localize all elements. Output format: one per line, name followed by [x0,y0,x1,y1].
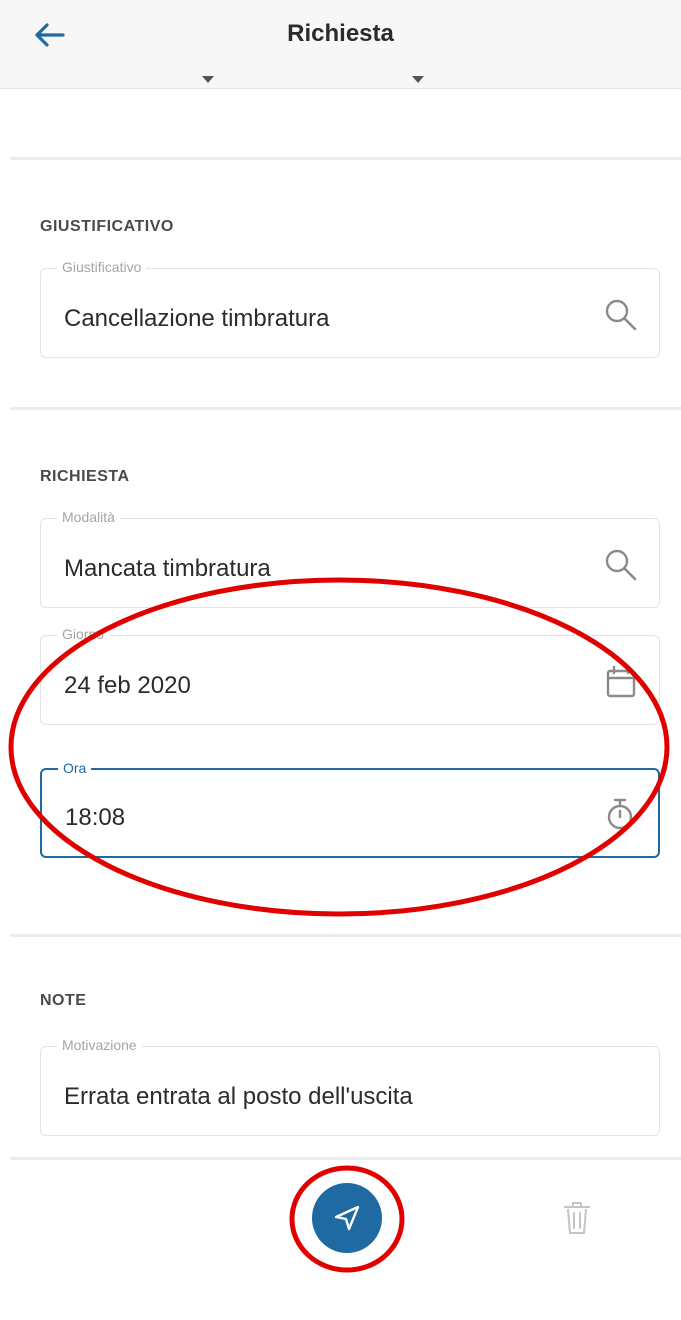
giorno-field[interactable]: Giorno 24 feb 2020 [40,626,660,725]
calendar-icon[interactable] [603,664,639,700]
app-header: Richiesta [0,0,681,89]
section-heading-giustificativo: GIUSTIFICATIVO [40,218,174,235]
field-label: Motivazione [57,1037,142,1053]
chevron-down-icon [412,76,424,83]
field-value: Errata entrata al posto dell'uscita [64,1083,413,1110]
stopwatch-icon[interactable] [602,796,638,832]
field-label: Giorno [57,626,110,642]
section-heading-note: NOTE [40,992,87,1009]
search-icon[interactable] [603,297,639,333]
ora-field[interactable]: Ora 18:08 [40,760,660,858]
chevron-down-icon [202,76,214,83]
field-value: Mancata timbratura [64,555,271,582]
field-value: Cancellazione timbratura [64,305,330,332]
divider [10,407,681,410]
section-heading-richiesta: RICHIESTA [40,468,130,485]
delete-button[interactable] [560,1198,594,1238]
modalita-field[interactable]: Modalità Mancata timbratura [40,509,660,608]
motivazione-field[interactable]: Motivazione Errata entrata al posto dell… [40,1037,660,1136]
search-icon[interactable] [603,547,639,583]
divider [10,1157,681,1160]
field-label: Giustificativo [57,259,147,275]
giustificativo-field[interactable]: Giustificativo Cancellazione timbratura [40,259,660,358]
field-label: Modalità [57,509,120,525]
page-title: Richiesta [287,20,394,47]
divider [10,157,681,160]
field-label: Ora [58,760,92,776]
field-value: 18:08 [65,804,126,831]
annotation-ellipse-date-time [8,577,670,917]
send-button[interactable] [312,1183,382,1253]
send-icon [334,1205,360,1231]
field-value: 24 feb 2020 [64,672,191,699]
trash-icon [564,1202,590,1234]
divider [10,934,681,937]
